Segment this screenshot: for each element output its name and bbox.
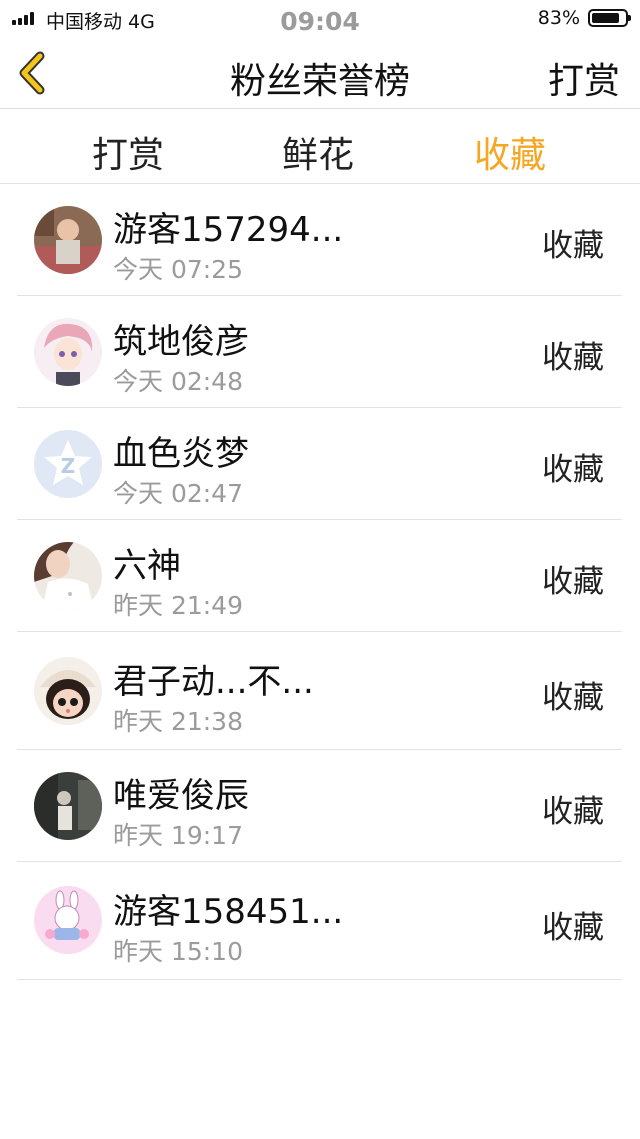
user-name: 君子动...不... — [113, 662, 314, 702]
timestamp: 今天 02:48 — [113, 367, 243, 396]
action-type: 收藏 — [542, 452, 604, 488]
tab-flowers[interactable]: 鲜花 — [282, 126, 354, 178]
timestamp: 昨天 15:10 — [113, 937, 243, 966]
battery-percent: 83% — [537, 7, 580, 29]
nav-bar: 粉丝荣誉榜 打赏 — [0, 36, 640, 109]
avatar — [34, 657, 102, 725]
list-item[interactable]: 六神 昨天 21:49 收藏 — [17, 520, 622, 632]
timestamp: 昨天 21:49 — [113, 591, 243, 620]
action-type: 收藏 — [542, 228, 604, 264]
battery-icon — [588, 9, 631, 27]
status-bar: 中国移动 4G 09:04 83% — [0, 0, 640, 36]
user-name: 六神 — [113, 546, 181, 586]
list-item[interactable]: 君子动...不... 昨天 21:38 收藏 — [17, 632, 622, 750]
list-item[interactable]: 唯爱俊辰 昨天 19:17 收藏 — [17, 750, 622, 862]
avatar — [34, 206, 102, 274]
avatar — [34, 542, 102, 610]
list-item[interactable]: 游客157294... 今天 07:25 收藏 — [17, 184, 622, 296]
timestamp: 今天 02:47 — [113, 479, 243, 508]
user-name: 筑地俊彦 — [113, 322, 249, 362]
list-item[interactable]: 游客158451... 昨天 15:10 收藏 — [17, 862, 622, 980]
tab-bar: 打赏 鲜花 收藏 — [0, 109, 640, 184]
tab-reward[interactable]: 打赏 — [92, 126, 164, 178]
avatar — [34, 318, 102, 386]
user-name: 唯爱俊辰 — [113, 776, 249, 816]
timestamp: 昨天 21:38 — [113, 707, 243, 736]
avatar: Z — [34, 430, 102, 498]
user-name: 游客158451... — [113, 892, 344, 932]
user-name: 血色炎梦 — [113, 434, 249, 474]
timestamp: 昨天 19:17 — [113, 821, 243, 850]
fan-list: 游客157294... 今天 07:25 收藏 筑地俊彦 今天 02:48 收藏… — [0, 184, 640, 980]
avatar — [34, 886, 102, 954]
action-type: 收藏 — [542, 340, 604, 376]
action-type: 收藏 — [542, 564, 604, 600]
timestamp: 今天 07:25 — [113, 255, 243, 284]
tab-favorites[interactable]: 收藏 — [474, 126, 546, 178]
svg-text:Z: Z — [61, 454, 76, 478]
list-item[interactable]: Z 血色炎梦 今天 02:47 收藏 — [17, 408, 622, 520]
action-type: 收藏 — [542, 794, 604, 830]
user-name: 游客157294... — [113, 210, 344, 250]
avatar — [34, 772, 102, 840]
page-title: 粉丝荣誉榜 — [229, 61, 410, 102]
reward-button[interactable]: 打赏 — [548, 52, 620, 104]
action-type: 收藏 — [542, 680, 604, 716]
action-type: 收藏 — [542, 910, 604, 946]
list-item[interactable]: 筑地俊彦 今天 02:48 收藏 — [17, 296, 622, 408]
